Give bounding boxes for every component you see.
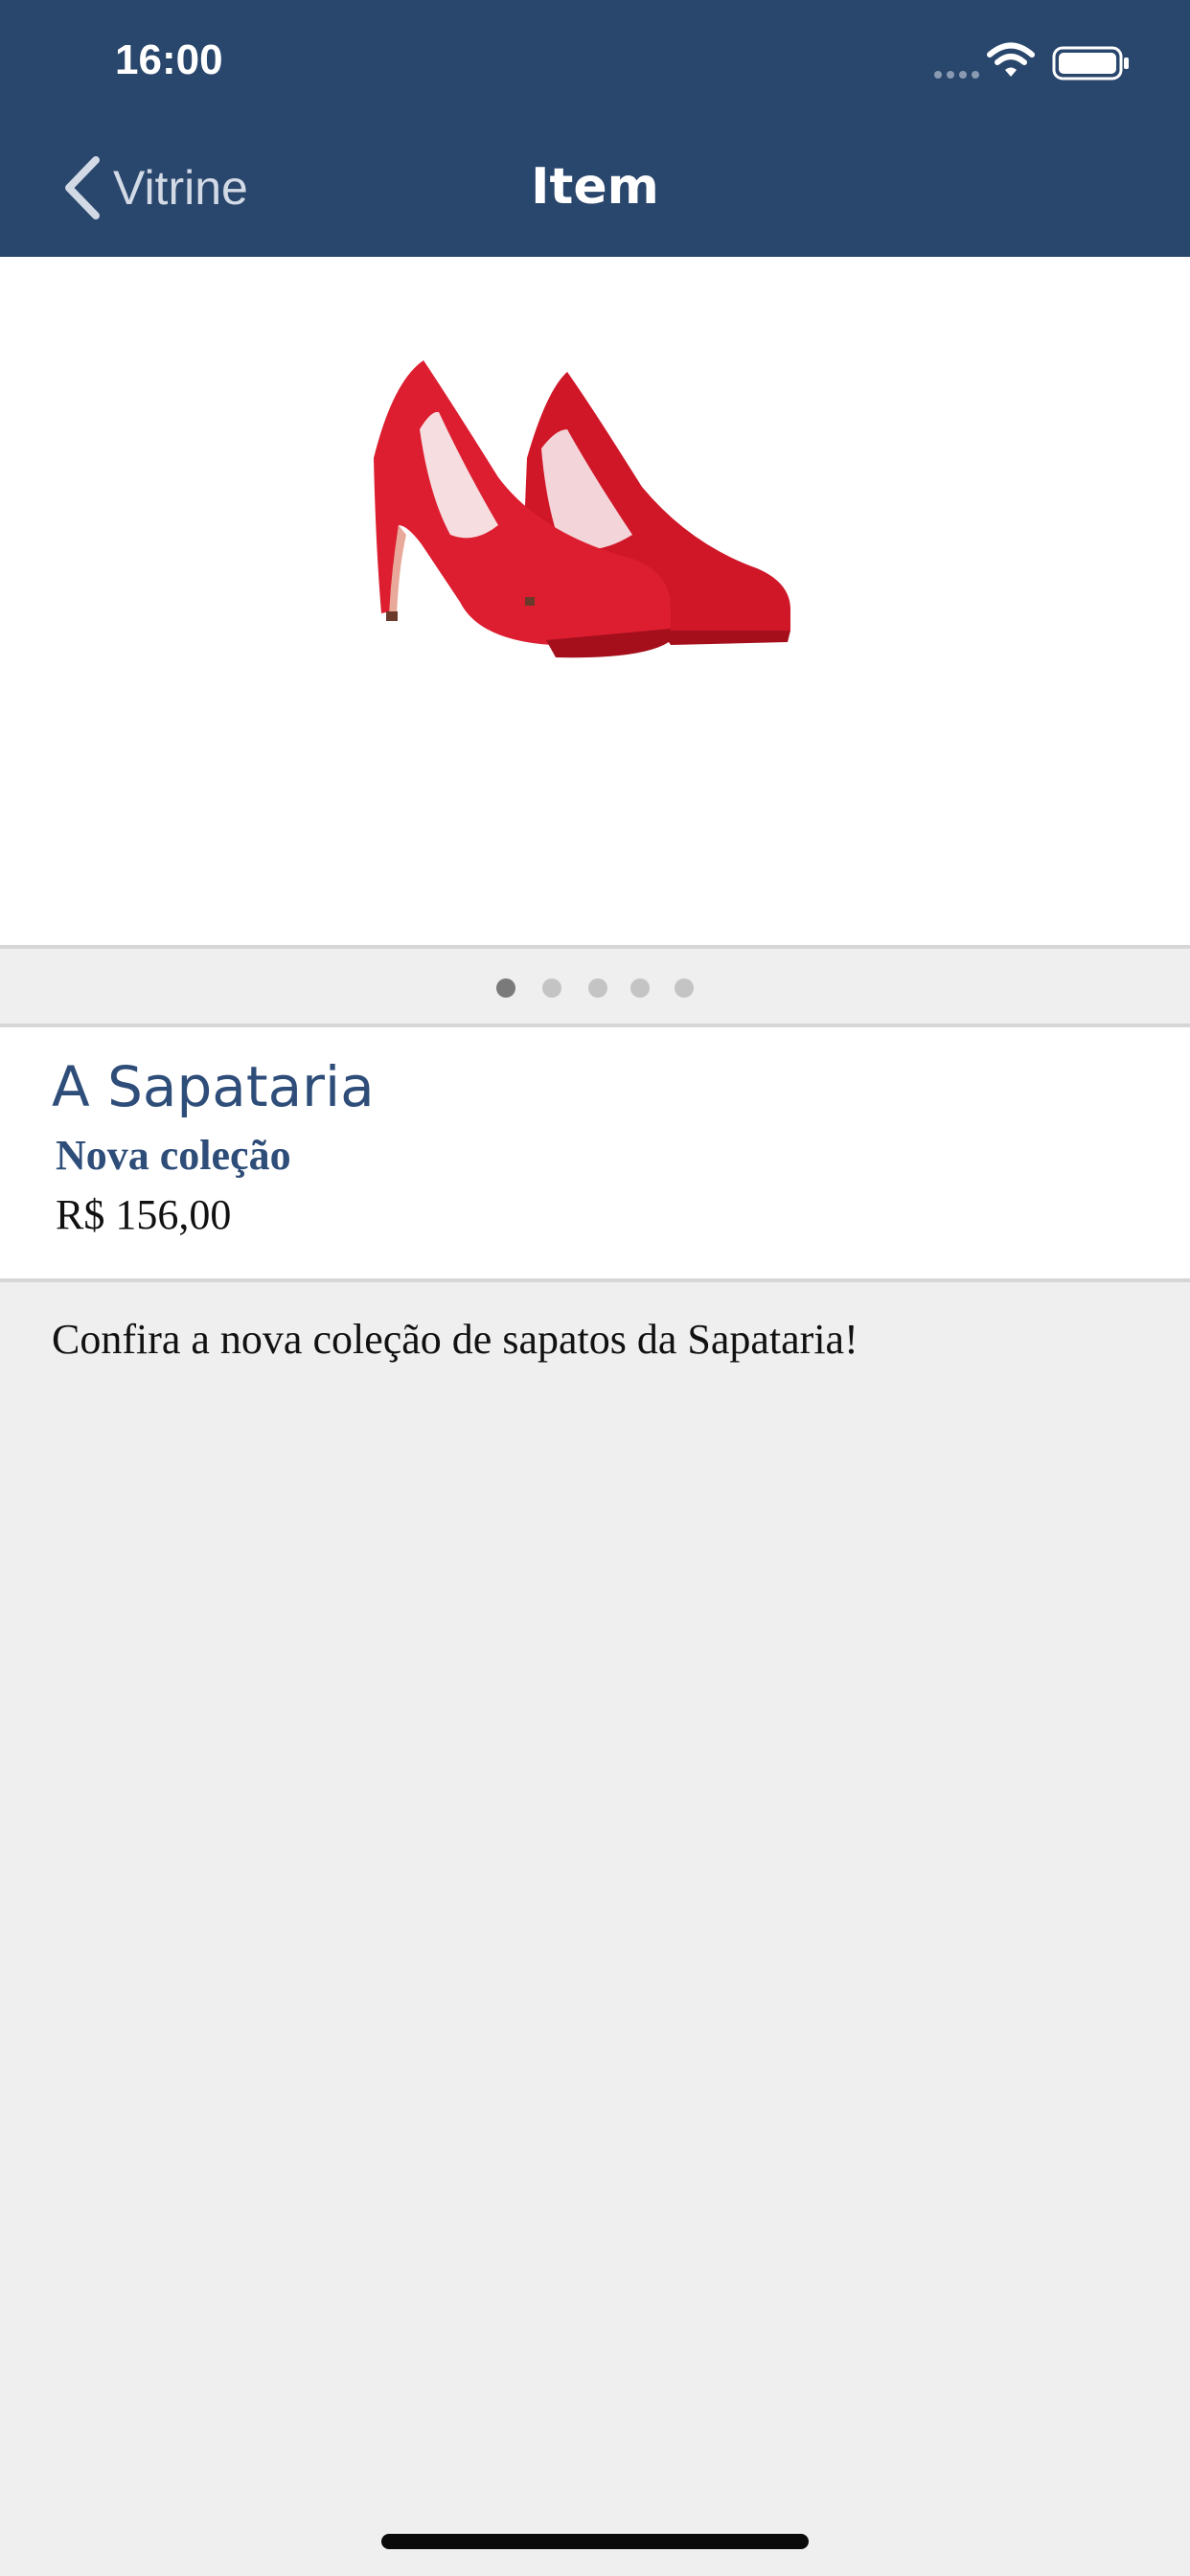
divider bbox=[0, 1278, 1190, 1282]
status-time: 16:00 bbox=[115, 36, 223, 83]
page-indicator[interactable] bbox=[0, 949, 1190, 1024]
product-subtitle: Nova coleção bbox=[56, 1132, 291, 1179]
page-dot-5[interactable] bbox=[675, 978, 694, 998]
cellular-signal-icon bbox=[934, 71, 980, 80]
page-dot-1[interactable] bbox=[496, 978, 515, 998]
red-high-heels-image bbox=[374, 360, 790, 658]
battery-icon bbox=[1052, 46, 1129, 80]
navigation-header: 16:00 Vitrine Item bbox=[0, 0, 1190, 257]
page-title: Item bbox=[531, 158, 659, 216]
product-info-card: A Sapataria Nova coleção R$ 156,00 bbox=[0, 1027, 1190, 1278]
page-dot-4[interactable] bbox=[630, 978, 650, 998]
product-price: R$ 156,00 bbox=[56, 1191, 232, 1238]
page-dot-3[interactable] bbox=[588, 978, 607, 998]
product-image-carousel[interactable] bbox=[0, 257, 1190, 945]
page-dot-2[interactable] bbox=[542, 978, 561, 998]
product-description: Confira a nova coleção de sapatos da Sap… bbox=[52, 1316, 858, 1363]
wifi-icon bbox=[987, 42, 1035, 77]
store-name: A Sapataria bbox=[52, 1054, 375, 1119]
home-indicator[interactable] bbox=[381, 2534, 809, 2549]
